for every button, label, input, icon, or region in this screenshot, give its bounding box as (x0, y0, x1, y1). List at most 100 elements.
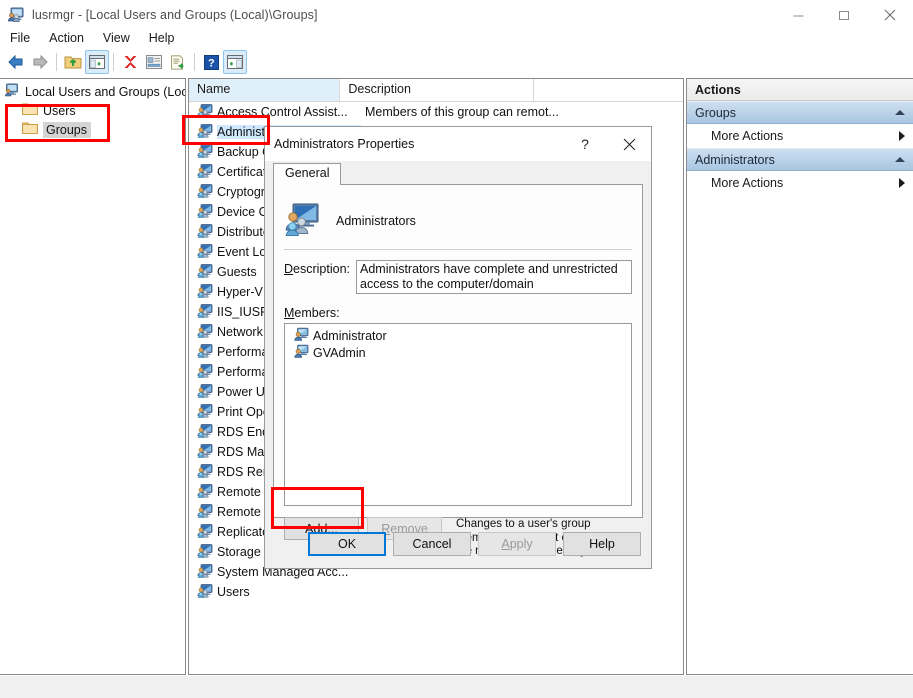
sidebar-item-users[interactable]: Users (0, 101, 185, 120)
group-name-cell: Access Control Assist... (217, 105, 348, 119)
menu-help[interactable]: Help (140, 29, 184, 47)
group-name-label: Administrators (336, 214, 416, 228)
apply-button: Apply (478, 532, 556, 556)
sidebar-item-groups-label: Groups (43, 121, 91, 138)
up-folder-icon[interactable] (61, 50, 85, 74)
menu-view[interactable]: View (94, 29, 139, 47)
show-hide-action-pane-icon[interactable] (223, 50, 247, 74)
user-icon (294, 327, 309, 344)
group-icon (197, 303, 213, 321)
export-list-icon[interactable] (166, 50, 190, 74)
group-icon (197, 263, 213, 281)
group-icon (197, 583, 213, 601)
cancel-button[interactable]: Cancel (393, 532, 471, 556)
toolbar-separator (194, 53, 195, 71)
dialog-tabstrip: General (273, 163, 643, 185)
tab-page-general: Administrators Description: Administrato… (273, 184, 643, 557)
lusrmgr-window: lusrmgr - [Local Users and Groups (Local… (0, 0, 913, 698)
dialog-body: General Administrators Description: Admi… (265, 163, 651, 557)
group-icon (197, 563, 213, 581)
ok-button[interactable]: OK (308, 532, 386, 556)
group-icon (197, 123, 213, 141)
window-title: lusrmgr - [Local Users and Groups (Local… (32, 8, 318, 22)
forward-icon[interactable] (28, 50, 52, 74)
toolbar-separator (113, 53, 114, 71)
group-icon (197, 103, 213, 121)
group-name-cell: Users (217, 585, 250, 599)
list-column-header: Name Description (189, 79, 683, 102)
column-header-description[interactable]: Description (340, 79, 534, 101)
actions-section-groups-header[interactable]: Groups (687, 101, 913, 124)
actions-section-administrators-header[interactable]: Administrators (687, 148, 913, 171)
dialog-title: Administrators Properties (274, 137, 415, 151)
members-list[interactable]: Administrator GVAdmin (284, 323, 632, 506)
group-icon (197, 323, 213, 341)
sidebar-item-groups[interactable]: Groups (0, 120, 185, 139)
group-icon (197, 223, 213, 241)
group-icon (197, 183, 213, 201)
group-header: Administrators (284, 185, 632, 249)
actions-title: Actions (687, 79, 913, 101)
group-icon (197, 283, 213, 301)
tab-general[interactable]: General (273, 163, 342, 185)
group-icon (197, 163, 213, 181)
description-field-row: Description: Administrators have complet… (284, 260, 632, 294)
member-list-item[interactable]: GVAdmin (287, 344, 629, 361)
group-icon (197, 203, 213, 221)
group-large-icon (284, 202, 320, 241)
computer-icon (4, 82, 20, 101)
minimize-button[interactable] (775, 0, 821, 30)
member-name: GVAdmin (313, 345, 366, 360)
dialog-footer: OK Cancel Apply Help (265, 520, 651, 568)
actions-pane: Actions Groups More Actions Administrato… (686, 78, 913, 675)
close-button[interactable] (867, 0, 913, 30)
dialog-close-button[interactable] (607, 127, 651, 161)
help-button[interactable]: Help (563, 532, 641, 556)
table-row[interactable]: Access Control Assist... Members of this … (189, 102, 683, 122)
group-icon (197, 383, 213, 401)
group-icon (197, 543, 213, 561)
actions-administrators-more-actions-label: More Actions (711, 176, 784, 190)
folder-icon (22, 121, 38, 138)
group-icon (197, 143, 213, 161)
actions-groups-more-actions-label: More Actions (711, 129, 784, 143)
actions-administrators-more-actions[interactable]: More Actions (687, 171, 913, 195)
svg-text:?: ? (208, 57, 215, 69)
toolbar: ? (0, 48, 913, 76)
properties-icon[interactable] (142, 50, 166, 74)
table-row[interactable]: Users (189, 582, 683, 602)
group-icon (197, 403, 213, 421)
chevron-right-icon[interactable] (899, 178, 905, 188)
delete-icon[interactable] (118, 50, 142, 74)
group-icon (197, 423, 213, 441)
menu-bar: File Action View Help (0, 28, 913, 48)
column-header-blank[interactable] (534, 79, 683, 101)
help-icon[interactable]: ? (199, 50, 223, 74)
back-icon[interactable] (4, 50, 28, 74)
maximize-button[interactable] (821, 0, 867, 30)
member-list-item[interactable]: Administrator (287, 327, 629, 344)
description-label: Description: (284, 262, 351, 276)
dialog-help-button[interactable]: ? (563, 127, 607, 161)
menu-file[interactable]: File (1, 29, 39, 47)
show-hide-console-tree-icon[interactable] (85, 50, 109, 74)
chevron-right-icon[interactable] (899, 131, 905, 141)
title-bar: lusrmgr - [Local Users and Groups (Local… (0, 0, 913, 30)
member-name: Administrator (313, 328, 387, 343)
menu-action[interactable]: Action (40, 29, 93, 47)
chevron-up-icon[interactable] (895, 110, 905, 115)
tree-root-item[interactable]: Local Users and Groups (Local) (0, 82, 185, 101)
folder-icon (22, 102, 38, 119)
group-icon (197, 503, 213, 521)
group-icon (197, 463, 213, 481)
chevron-up-icon[interactable] (895, 157, 905, 162)
actions-section-groups-label: Groups (695, 105, 736, 120)
divider (284, 249, 632, 250)
dialog-title-bar: Administrators Properties ? (265, 127, 651, 161)
computer-users-icon (7, 6, 25, 24)
description-field[interactable]: Administrators have complete and unrestr… (356, 260, 632, 294)
administrators-properties-dialog: Administrators Properties ? General Admi… (264, 126, 652, 569)
column-header-name[interactable]: Name (189, 79, 341, 101)
window-controls (775, 0, 913, 30)
actions-groups-more-actions[interactable]: More Actions (687, 124, 913, 148)
